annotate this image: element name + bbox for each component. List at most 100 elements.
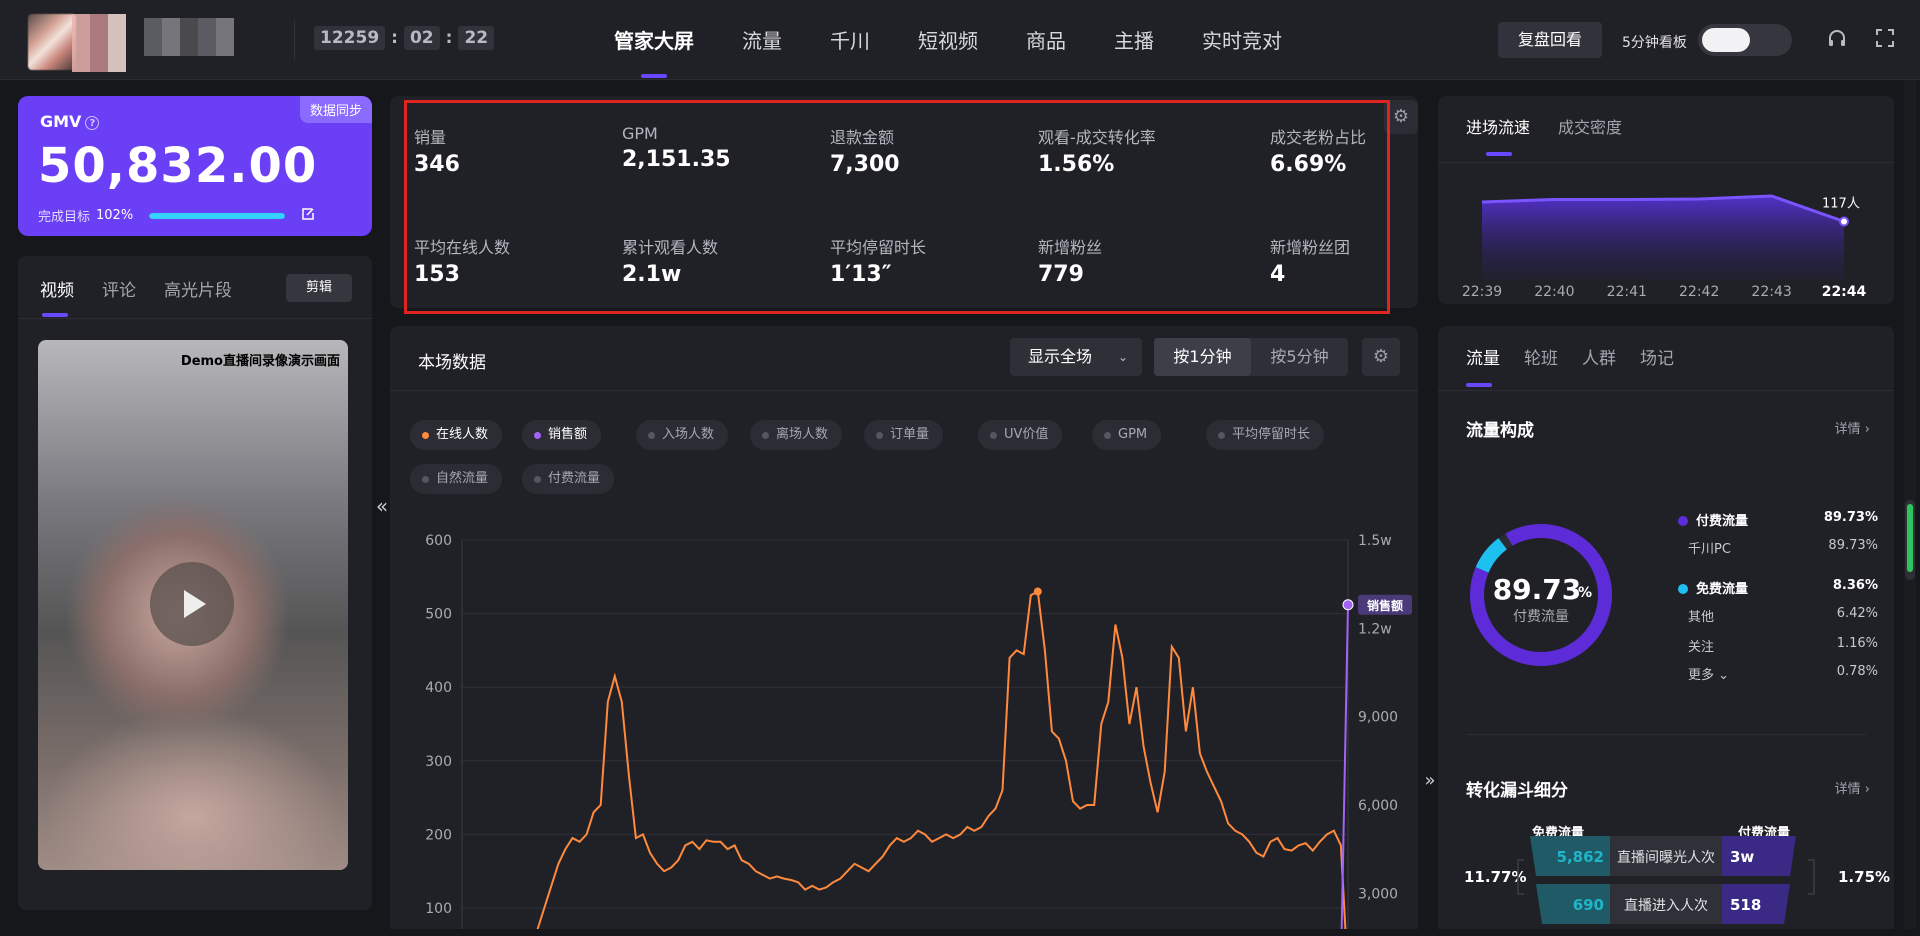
video-tabs: 视频 评论 高光片段: [40, 276, 232, 317]
target-progress-fill: [149, 212, 286, 219]
y-left-tick: 500: [425, 607, 452, 623]
metric-chip[interactable]: GPM: [1092, 420, 1162, 450]
metric-chip[interactable]: UV价值: [978, 420, 1063, 450]
legend-sub-row[interactable]: 更多 ⌄ 0.78%: [1688, 664, 1920, 683]
chip-dot: [534, 432, 541, 439]
timer-colon: :: [391, 28, 398, 48]
donut-center-label: 付费流量: [1513, 609, 1569, 625]
y-right-tick: 6,000: [1358, 798, 1398, 814]
by-5-minute[interactable]: 按5分钟: [1251, 338, 1348, 376]
composition-detail-link[interactable]: 详情 ›: [1835, 418, 1870, 437]
tab-shift[interactable]: 轮班: [1524, 344, 1558, 369]
speed-x-tick: 22:43: [1751, 284, 1791, 300]
chart-settings-icon[interactable]: ⚙: [1362, 338, 1400, 376]
legend-major-row: 付费流量 89.73%: [1678, 510, 1920, 529]
metric-chip[interactable]: 平均停留时长: [1206, 420, 1325, 450]
video-player[interactable]: Demo直播间录像演示画面: [38, 340, 348, 870]
nav-traffic[interactable]: 流量: [718, 0, 806, 80]
traffic-panel: 流量 轮班 人群 场记 流量构成 详情 › 89.73% 付费流量 付费流量 89.…: [1438, 326, 1894, 929]
nav-products[interactable]: 商品: [1002, 0, 1090, 80]
five-min-board-label: 5分钟看板: [1622, 35, 1687, 51]
nav-dashboard[interactable]: 管家大屏: [590, 0, 718, 80]
composition-title: 流量构成: [1466, 421, 1534, 441]
edit-icon[interactable]: [301, 207, 315, 225]
data-sync-badge[interactable]: 数据同步: [299, 96, 372, 123]
divider: [1466, 734, 1866, 735]
chip-dot: [762, 432, 769, 439]
chip-label: 在线人数: [436, 427, 489, 442]
traffic-tabs: 流量 轮班 人群 场记: [1466, 344, 1674, 387]
avatar-blur: [72, 14, 126, 72]
help-icon[interactable]: ?: [85, 116, 100, 130]
timer-seconds: 22: [458, 26, 495, 50]
target-label: 完成目标: [38, 210, 91, 225]
panel-title: 本场数据: [418, 353, 486, 373]
live-timer: 12259 : 02 : 22: [314, 26, 495, 50]
by-1-minute[interactable]: 按1分钟: [1154, 338, 1251, 376]
legend-dot: [1678, 584, 1688, 594]
replay-button[interactable]: 复盘回看: [1498, 22, 1602, 58]
entry-speed-panel: 进场流速 成交密度 117人 22:39 22:40 22:41 22:42 22:43 2…: [1438, 96, 1894, 304]
avatar[interactable]: [28, 14, 76, 70]
metric-chip[interactable]: 入场人数: [636, 420, 729, 450]
metric-chip[interactable]: 离场人数: [750, 420, 843, 450]
gmv-label: GMV?: [40, 112, 100, 131]
metric-chip[interactable]: 在线人数: [410, 420, 503, 450]
tab-log[interactable]: 场记: [1640, 344, 1674, 369]
tab-deal-density[interactable]: 成交密度: [1558, 114, 1622, 138]
legend-percent: 8.36%: [1832, 578, 1878, 593]
nav-qianchuan[interactable]: 千川: [806, 0, 894, 80]
clip-button[interactable]: 剪辑: [286, 274, 352, 302]
y-right-tick: 9,000: [1358, 710, 1398, 726]
tab-comments[interactable]: 评论: [102, 276, 136, 301]
chip-label: 入场人数: [662, 427, 715, 442]
y-left-tick: 600: [425, 533, 452, 549]
metric-chip[interactable]: 订单量: [864, 420, 944, 450]
entry-tabs: 进场流速 成交密度: [1466, 114, 1622, 156]
nav-short-video[interactable]: 短视频: [894, 0, 1002, 80]
chip-label: 离场人数: [776, 427, 829, 442]
donut-center-unit: %: [1578, 585, 1592, 601]
legend-major-row: 免费流量 8.36%: [1678, 578, 1920, 597]
headset-icon[interactable]: [1826, 28, 1848, 50]
tab-highlights[interactable]: 高光片段: [164, 276, 232, 301]
metric-chip[interactable]: 付费流量: [522, 464, 615, 494]
y-left-tick: 200: [425, 827, 452, 843]
nav-anchor[interactable]: 主播: [1090, 0, 1178, 80]
chevron-down-icon: ⌄: [1117, 350, 1128, 364]
metric-chip[interactable]: 销售额: [522, 420, 602, 450]
metric-chip[interactable]: 自然流量: [410, 464, 503, 494]
legend-name: 其他: [1688, 610, 1715, 625]
range-select[interactable]: 显示全场 ⌄: [1010, 338, 1142, 376]
funnel-bracket-right: [1808, 859, 1815, 895]
speed-last-label: 117人: [1822, 197, 1860, 212]
divider: [390, 390, 1418, 391]
funnel-free-value: 690: [1573, 896, 1604, 914]
five-min-board-toggle[interactable]: [1698, 24, 1792, 56]
chip-dot: [422, 476, 429, 483]
tab-traffic[interactable]: 流量: [1466, 344, 1500, 387]
page-scrollbar[interactable]: [1904, 80, 1916, 929]
legend-dot: [1678, 516, 1688, 526]
legend-sub-row: 千川PC 89.73%: [1688, 538, 1920, 557]
fullscreen-icon[interactable]: [1874, 28, 1896, 50]
granularity-toggle: 按1分钟 按5分钟: [1154, 338, 1348, 376]
funnel-title: 转化漏斗细分: [1466, 781, 1568, 801]
tab-audience[interactable]: 人群: [1582, 344, 1616, 369]
video-caption: Demo直播间录像演示画面: [180, 354, 340, 369]
y-left-tick: 300: [425, 754, 452, 770]
sales-point: [1342, 599, 1354, 611]
funnel-detail-link[interactable]: 详情 ›: [1835, 778, 1870, 797]
chip-dot: [648, 432, 655, 439]
conversion-funnel: 11.77% 1.75% 5,862 直播间曝光人次 3w 690 直播进入人次 518: [1464, 836, 1890, 924]
session-line-chart: 600 500 400 300 200 100 1.5w 1.2w 9,000 6,000 3,00…: [425, 533, 1412, 929]
main-nav: 管家大屏 流量 千川 短视频 商品 主播 实时竞对: [590, 0, 1306, 80]
collapse-right-icon[interactable]: »: [1420, 770, 1440, 798]
chip-dot: [1104, 432, 1111, 439]
tab-video[interactable]: 视频: [40, 276, 74, 317]
speed-x-tick: 22:40: [1534, 284, 1574, 300]
nav-competitors[interactable]: 实时竞对: [1178, 0, 1306, 80]
play-icon[interactable]: [150, 562, 234, 646]
collapse-left-icon[interactable]: «: [372, 494, 392, 522]
tab-entry-speed[interactable]: 进场流速: [1466, 114, 1530, 156]
